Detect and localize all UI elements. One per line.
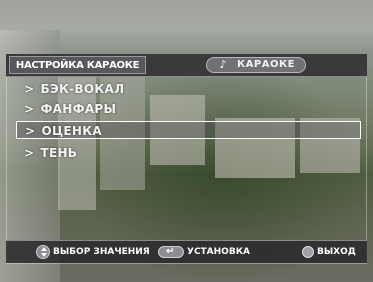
chevron-right-icon: > — [24, 82, 35, 96]
enter-icon — [158, 245, 184, 259]
menu-title-tab: НАСТРОЙКА КАРАОКЕ — [9, 56, 146, 74]
menu-item-label: ТЕНЬ — [40, 146, 78, 160]
chevron-right-icon: > — [25, 124, 36, 138]
hint-set-label: УСТАНОВКА — [187, 247, 251, 257]
hint-exit: ВЫХОД — [302, 245, 356, 259]
chevron-right-icon: > — [24, 102, 35, 116]
hint-exit-label: ВЫХОД — [317, 247, 356, 257]
hint-select-value: ВЫБОР ЗНАЧЕНИЯ — [36, 245, 150, 259]
menu-item-fanfare[interactable]: > ФАНФАРЫ — [16, 100, 116, 118]
menu-item-score[interactable]: > ОЦЕНКА — [16, 121, 361, 139]
karaoke-mode-label: КАРАОКЕ — [237, 59, 295, 70]
menu-item-label: БЭК-ВОКАЛ — [40, 82, 125, 96]
menu-item-back-vocal[interactable]: > БЭК-ВОКАЛ — [16, 80, 124, 98]
exit-button-icon — [302, 246, 314, 258]
music-note-icon: ♪ — [219, 58, 227, 71]
hint-select-label: ВЫБОР ЗНАЧЕНИЯ — [53, 247, 150, 257]
up-down-icon — [36, 245, 50, 259]
menu-item-shadow[interactable]: > ТЕНЬ — [16, 144, 77, 162]
menu-item-label: ОЦЕНКА — [41, 124, 102, 138]
osd-footer: ВЫБОР ЗНАЧЕНИЯ УСТАНОВКА ВЫХОД — [6, 240, 367, 263]
menu-item-label: ФАНФАРЫ — [40, 102, 117, 116]
hint-set: УСТАНОВКА — [158, 245, 250, 259]
chevron-right-icon: > — [24, 146, 35, 160]
